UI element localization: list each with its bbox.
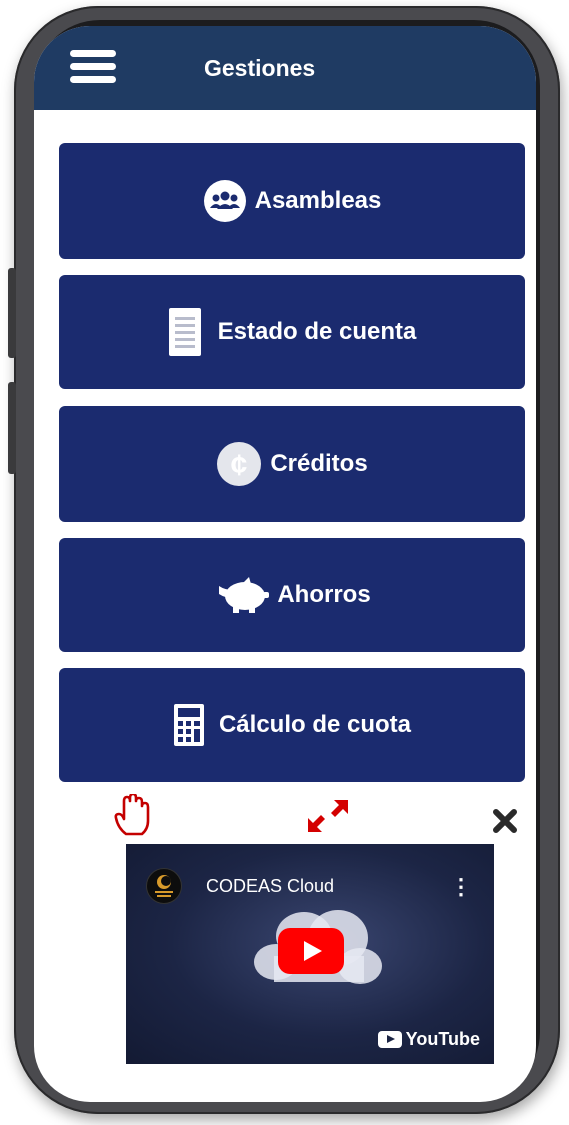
- ahorros-label: Ahorros: [277, 581, 371, 608]
- document-icon: [168, 307, 202, 357]
- calculo-de-cuota-button[interactable]: Cálculo de cuota: [59, 668, 525, 782]
- youtube-logo-text: YouTube: [405, 1029, 480, 1049]
- ahorros-button[interactable]: Ahorros: [59, 538, 525, 652]
- expand-arrows-icon[interactable]: [306, 796, 350, 841]
- creditos-button[interactable]: ¢ Créditos: [59, 406, 525, 522]
- asambleas-button[interactable]: Asambleas: [59, 143, 525, 259]
- youtube-play-badge-icon: [377, 1031, 402, 1048]
- calculator-icon: [173, 703, 205, 747]
- creditos-label: Créditos: [270, 450, 368, 477]
- estado-de-cuenta-button[interactable]: Estado de cuenta: [59, 275, 525, 389]
- estado-de-cuenta-label: Estado de cuenta: [217, 318, 417, 345]
- svg-text:¢: ¢: [231, 449, 248, 482]
- close-icon[interactable]: [492, 808, 518, 839]
- colon-currency-icon: ¢: [216, 441, 262, 487]
- piggy-bank-icon: [213, 576, 273, 614]
- page-title: Gestiones: [204, 55, 316, 81]
- channel-avatar[interactable]: [146, 868, 182, 904]
- asambleas-label: Asambleas: [254, 187, 382, 214]
- video-title[interactable]: CODEAS Cloud: [206, 876, 334, 897]
- people-group-icon: [203, 179, 247, 223]
- hamburger-menu-icon[interactable]: [70, 50, 116, 88]
- play-button[interactable]: [278, 928, 344, 974]
- phone-side-button: [8, 382, 16, 474]
- youtube-logo[interactable]: YouTube: [377, 1029, 480, 1050]
- phone-side-button: [8, 268, 16, 358]
- hand-drag-icon[interactable]: [114, 792, 154, 843]
- youtube-video-embed[interactable]: CODEAS Cloud ⋮ YouTube: [126, 844, 494, 1064]
- app-screen: Gestiones Asambleas Estado de cuenta ¢ C…: [34, 26, 536, 1102]
- app-bar: Gestiones: [34, 26, 536, 110]
- calculo-de-cuota-label: Cálculo de cuota: [218, 711, 412, 738]
- more-options-icon[interactable]: ⋮: [450, 874, 472, 900]
